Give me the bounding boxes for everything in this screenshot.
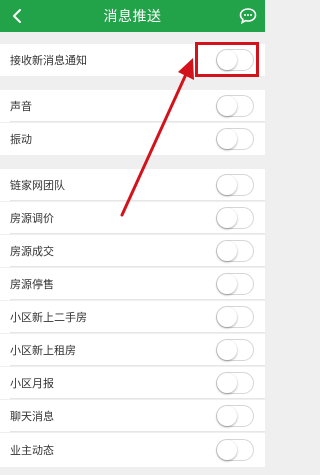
toggle-switch[interactable] (216, 240, 254, 262)
setting-label: 声音 (10, 100, 32, 113)
setting-label: 业主动态 (10, 444, 54, 457)
toggle-switch[interactable] (216, 372, 254, 394)
nav-bar: 消息推送 (0, 0, 265, 32)
divider (10, 398, 265, 399)
toggle-knob (217, 96, 237, 116)
chat-bubble-icon (239, 8, 257, 25)
toggle-knob (217, 208, 237, 228)
toggle-knob (217, 406, 237, 426)
setting-row-new-rental: 小区新上租房 (0, 334, 265, 366)
toggle-switch[interactable] (216, 273, 254, 295)
toggle-knob (217, 175, 237, 195)
toggle-switch[interactable] (216, 339, 254, 361)
chat-button[interactable] (237, 5, 259, 27)
toggle-switch[interactable] (216, 439, 254, 461)
annotation-highlight-box (195, 42, 259, 77)
page-title: 消息推送 (103, 9, 162, 25)
toggle-knob (217, 307, 237, 327)
setting-label: 小区月报 (10, 377, 54, 390)
setting-label: 接收新消息通知 (10, 54, 87, 67)
toggle-knob (217, 241, 237, 261)
divider (10, 365, 265, 366)
setting-label: 链家网团队 (10, 179, 65, 192)
divider (10, 121, 265, 122)
divider (10, 233, 265, 234)
setting-label: 小区新上租房 (10, 344, 76, 357)
back-button[interactable] (6, 5, 28, 27)
divider (10, 200, 265, 201)
setting-label: 振动 (10, 133, 32, 146)
setting-row-price-change: 房源调价 (0, 202, 265, 234)
divider (10, 266, 265, 267)
setting-row-owner-updates: 业主动态 (0, 433, 265, 467)
setting-label: 房源停售 (10, 278, 54, 291)
setting-row-lianjia-team: 链家网团队 (0, 169, 265, 201)
setting-row-deal-closed: 房源成交 (0, 235, 265, 267)
setting-label: 房源成交 (10, 245, 54, 258)
toggle-switch[interactable] (216, 174, 254, 196)
setting-row-new-resale: 小区新上二手房 (0, 301, 265, 333)
divider (10, 431, 265, 432)
setting-row-vibration: 振动 (0, 123, 265, 155)
setting-row-chat-messages: 聊天消息 (0, 400, 265, 432)
toggle-switch[interactable] (216, 95, 254, 117)
toggle-knob (217, 373, 237, 393)
toggle-switch[interactable] (216, 207, 254, 229)
divider (10, 332, 265, 333)
toggle-knob (217, 129, 237, 149)
setting-row-listing-stopped: 房源停售 (0, 268, 265, 300)
chevron-left-icon (13, 9, 21, 23)
setting-row-sound: 声音 (0, 90, 265, 122)
toggle-knob (217, 440, 237, 460)
setting-label: 房源调价 (10, 212, 54, 225)
setting-row-monthly-report: 小区月报 (0, 367, 265, 399)
toggle-switch[interactable] (216, 128, 254, 150)
toggle-switch[interactable] (216, 405, 254, 427)
divider (10, 299, 265, 300)
toggle-switch[interactable] (216, 306, 254, 328)
setting-label: 小区新上二手房 (10, 311, 87, 324)
toggle-knob (217, 274, 237, 294)
toggle-knob (217, 340, 237, 360)
setting-label: 聊天消息 (10, 410, 54, 423)
